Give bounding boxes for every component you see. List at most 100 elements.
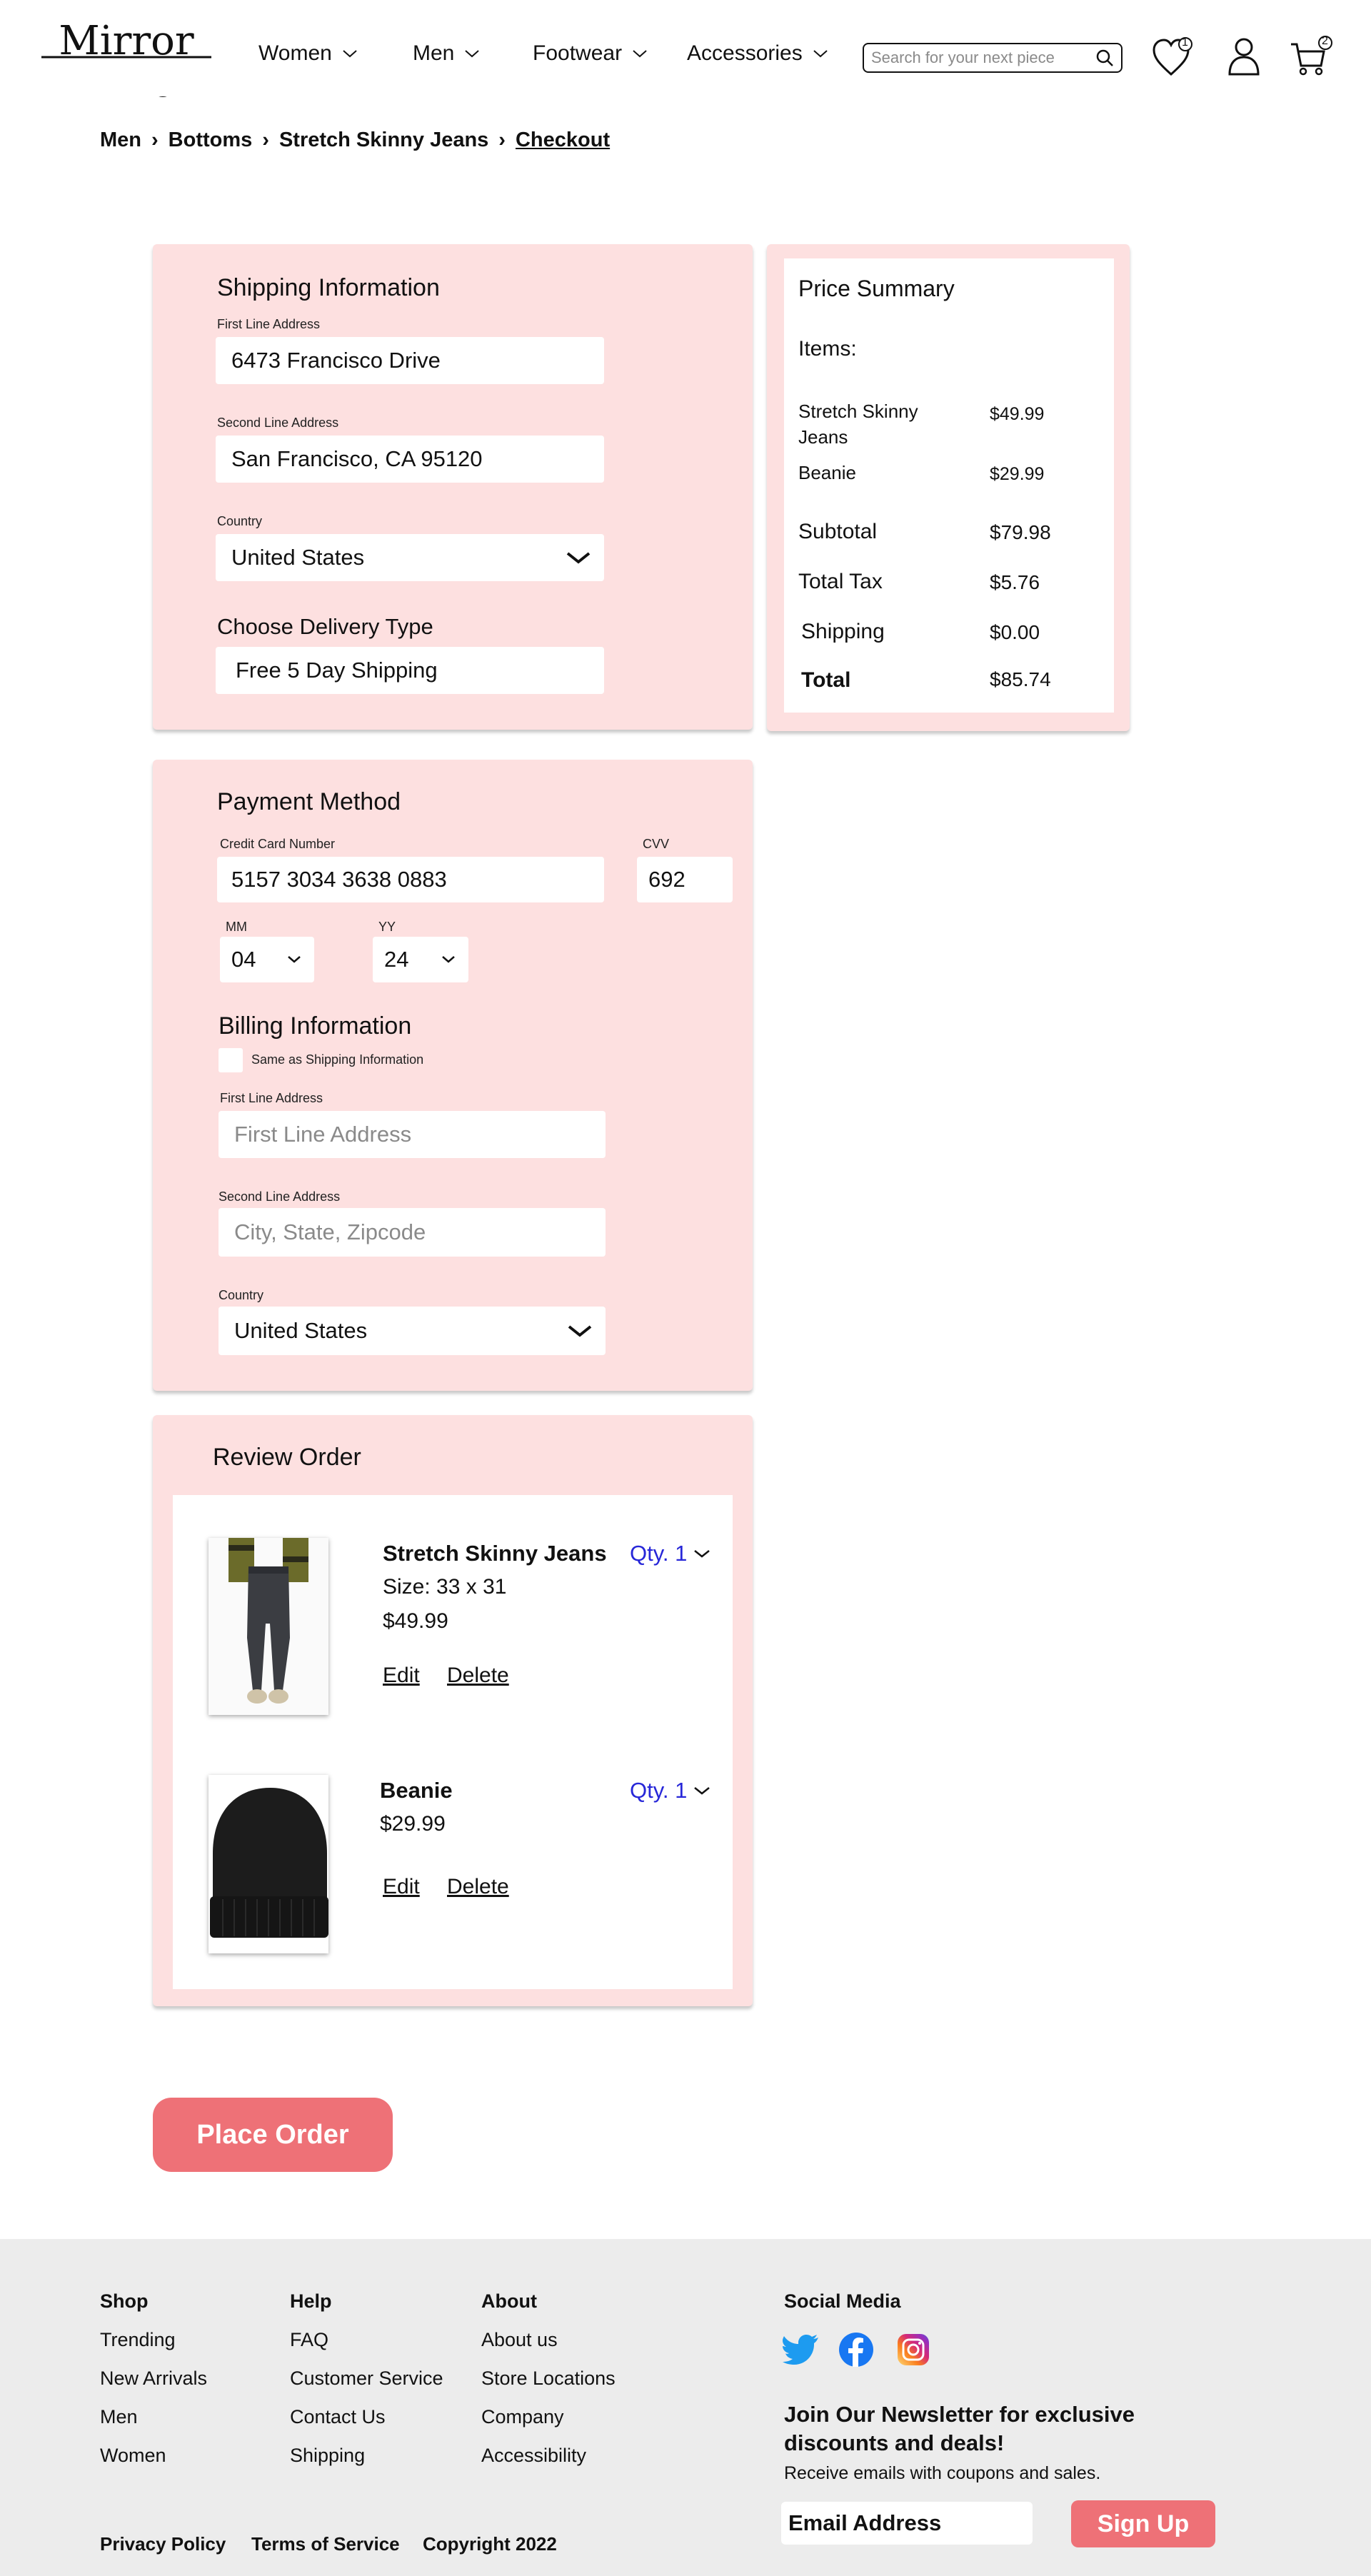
billing-line2-label: Second Line Address (219, 1189, 341, 1204)
card-number-field[interactable]: 5157 3034 3638 0883 (217, 857, 604, 902)
edit-item-button[interactable]: Edit (383, 1664, 420, 1688)
search-bar[interactable] (863, 43, 1123, 73)
billing-line1-placeholder: First Line Address (234, 1122, 412, 1147)
chevron-right-icon: › (151, 129, 159, 151)
wishlist-count: 1 (1182, 36, 1188, 49)
chevron-down-icon (568, 1325, 592, 1337)
breadcrumb-bottoms[interactable]: Bottoms (169, 129, 253, 152)
nav-accessories[interactable]: Accessories (687, 41, 828, 66)
brand-logo[interactable]: Mirror Mirror (37, 18, 216, 134)
chevron-down-icon (442, 956, 455, 963)
edit-item-button[interactable]: Edit (383, 1875, 420, 1899)
instagram-icon[interactable] (897, 2333, 930, 2366)
wishlist-button[interactable]: 1 (1151, 34, 1194, 79)
nav-accessories-label: Accessories (687, 41, 803, 65)
shipping-line1-label: First Line Address (217, 317, 321, 331)
chevron-down-icon (633, 50, 647, 58)
qty-value: Qty. 1 (630, 1541, 688, 1566)
email-input[interactable]: Email Address (781, 2502, 1033, 2545)
footer-link[interactable]: Store Locations (481, 2368, 616, 2390)
nav-women[interactable]: Women (258, 41, 358, 66)
breadcrumb-checkout[interactable]: Checkout (516, 129, 610, 152)
same-as-shipping-checkbox[interactable] (219, 1048, 243, 1072)
breadcrumb-product[interactable]: Stretch Skinny Jeans (279, 129, 488, 152)
nav-women-label: Women (258, 41, 332, 65)
review-item-size: Size: 33 x 31 (383, 1575, 507, 1599)
signup-button[interactable]: Sign Up (1071, 2500, 1215, 2547)
mm-label: MM (226, 920, 247, 934)
delete-item-button[interactable]: Delete (447, 1664, 509, 1688)
yy-select[interactable]: 24 (373, 937, 468, 982)
footer-link[interactable]: Company (481, 2406, 564, 2428)
shipping-line1-field[interactable]: 6473 Francisco Drive (216, 337, 604, 384)
search-icon[interactable] (1095, 49, 1114, 67)
user-icon (1228, 38, 1260, 76)
summary-item-name: Stretch Skinny Jeans (798, 401, 918, 448)
footer-link[interactable]: FAQ (290, 2329, 328, 2351)
footer-link[interactable]: New Arrivals (100, 2368, 207, 2390)
qty-select[interactable]: Qty. 1 (630, 1541, 711, 1566)
product-thumbnail-beanie[interactable] (209, 1775, 328, 1953)
search-input[interactable] (871, 49, 1095, 67)
billing-line2-placeholder: City, State, Zipcode (234, 1219, 426, 1244)
delivery-select[interactable]: Free 5 Day Shipping (216, 647, 604, 694)
billing-line2-field[interactable]: City, State, Zipcode (219, 1208, 606, 1257)
cart-count: 2 (1322, 35, 1328, 47)
mm-select[interactable]: 04 (220, 937, 314, 982)
card-number-value: 5157 3034 3638 0883 (231, 867, 447, 892)
footer-about-title: About (481, 2290, 537, 2312)
cart-button[interactable]: 2 (1290, 34, 1332, 79)
footer-link[interactable]: Customer Service (290, 2368, 443, 2390)
summary-item-price: $49.99 (990, 404, 1045, 424)
delete-item-button[interactable]: Delete (447, 1875, 509, 1899)
account-button[interactable] (1224, 34, 1267, 79)
nav-men-label: Men (413, 41, 455, 65)
email-placeholder: Email Address (788, 2510, 942, 2535)
twitter-icon[interactable] (783, 2333, 820, 2366)
privacy-policy-link[interactable]: Privacy Policy (100, 2533, 226, 2555)
price-summary-title: Price Summary (798, 276, 955, 301)
breadcrumb-men[interactable]: Men (100, 129, 141, 152)
footer-link[interactable]: Shipping (290, 2445, 365, 2467)
tax-value: $5.76 (990, 571, 1040, 593)
footer-link[interactable]: About us (481, 2329, 558, 2351)
chevron-down-icon (465, 50, 480, 58)
chevron-right-icon: › (262, 129, 269, 151)
footer-link[interactable]: Women (100, 2445, 166, 2467)
delivery-value: Free 5 Day Shipping (236, 658, 438, 683)
nav-men[interactable]: Men (413, 41, 480, 66)
same-as-shipping-label: Same as Shipping Information (251, 1052, 424, 1067)
shipping-country-select[interactable]: United States (216, 534, 604, 581)
subtotal-label: Subtotal (798, 520, 878, 543)
terms-of-service-link[interactable]: Terms of Service (251, 2533, 400, 2555)
cvv-value: 692 (648, 867, 686, 892)
shipping-country-label: Country (217, 514, 263, 528)
shipping-line2-field[interactable]: San Francisco, CA 95120 (216, 436, 604, 483)
facebook-icon[interactable] (838, 2332, 874, 2368)
chevron-down-icon (694, 1787, 710, 1795)
qty-select[interactable]: Qty. 1 (630, 1778, 711, 1803)
footer-link[interactable]: Contact Us (290, 2406, 386, 2428)
place-order-button[interactable]: Place Order (153, 2098, 393, 2172)
shipping-line1-value: 6473 Francisco Drive (231, 348, 441, 373)
billing-line1-field[interactable]: First Line Address (219, 1111, 606, 1158)
product-thumbnail-jeans[interactable] (209, 1538, 328, 1715)
billing-country-select[interactable]: United States (219, 1307, 606, 1355)
billing-country-label: Country (219, 1288, 264, 1302)
breadcrumb: Men › Bottoms › Stretch Skinny Jeans › C… (100, 129, 610, 152)
shipping-country-value: United States (231, 545, 365, 570)
yy-value: 24 (384, 947, 409, 972)
chevron-down-icon (566, 552, 591, 564)
summary-items-label: Items: (798, 337, 857, 361)
copyright-text: Copyright 2022 (423, 2533, 557, 2555)
billing-country-value: United States (234, 1318, 368, 1343)
footer-link[interactable]: Trending (100, 2329, 176, 2351)
yy-label: YY (378, 920, 396, 934)
nav-footwear[interactable]: Footwear (533, 41, 648, 66)
chevron-down-icon (694, 1550, 710, 1558)
review-item-price: $49.99 (383, 1609, 448, 1633)
cvv-field[interactable]: 692 (637, 857, 733, 902)
billing-title: Billing Information (219, 1012, 412, 1040)
footer-link[interactable]: Accessibility (481, 2445, 586, 2467)
footer-link[interactable]: Men (100, 2406, 138, 2428)
